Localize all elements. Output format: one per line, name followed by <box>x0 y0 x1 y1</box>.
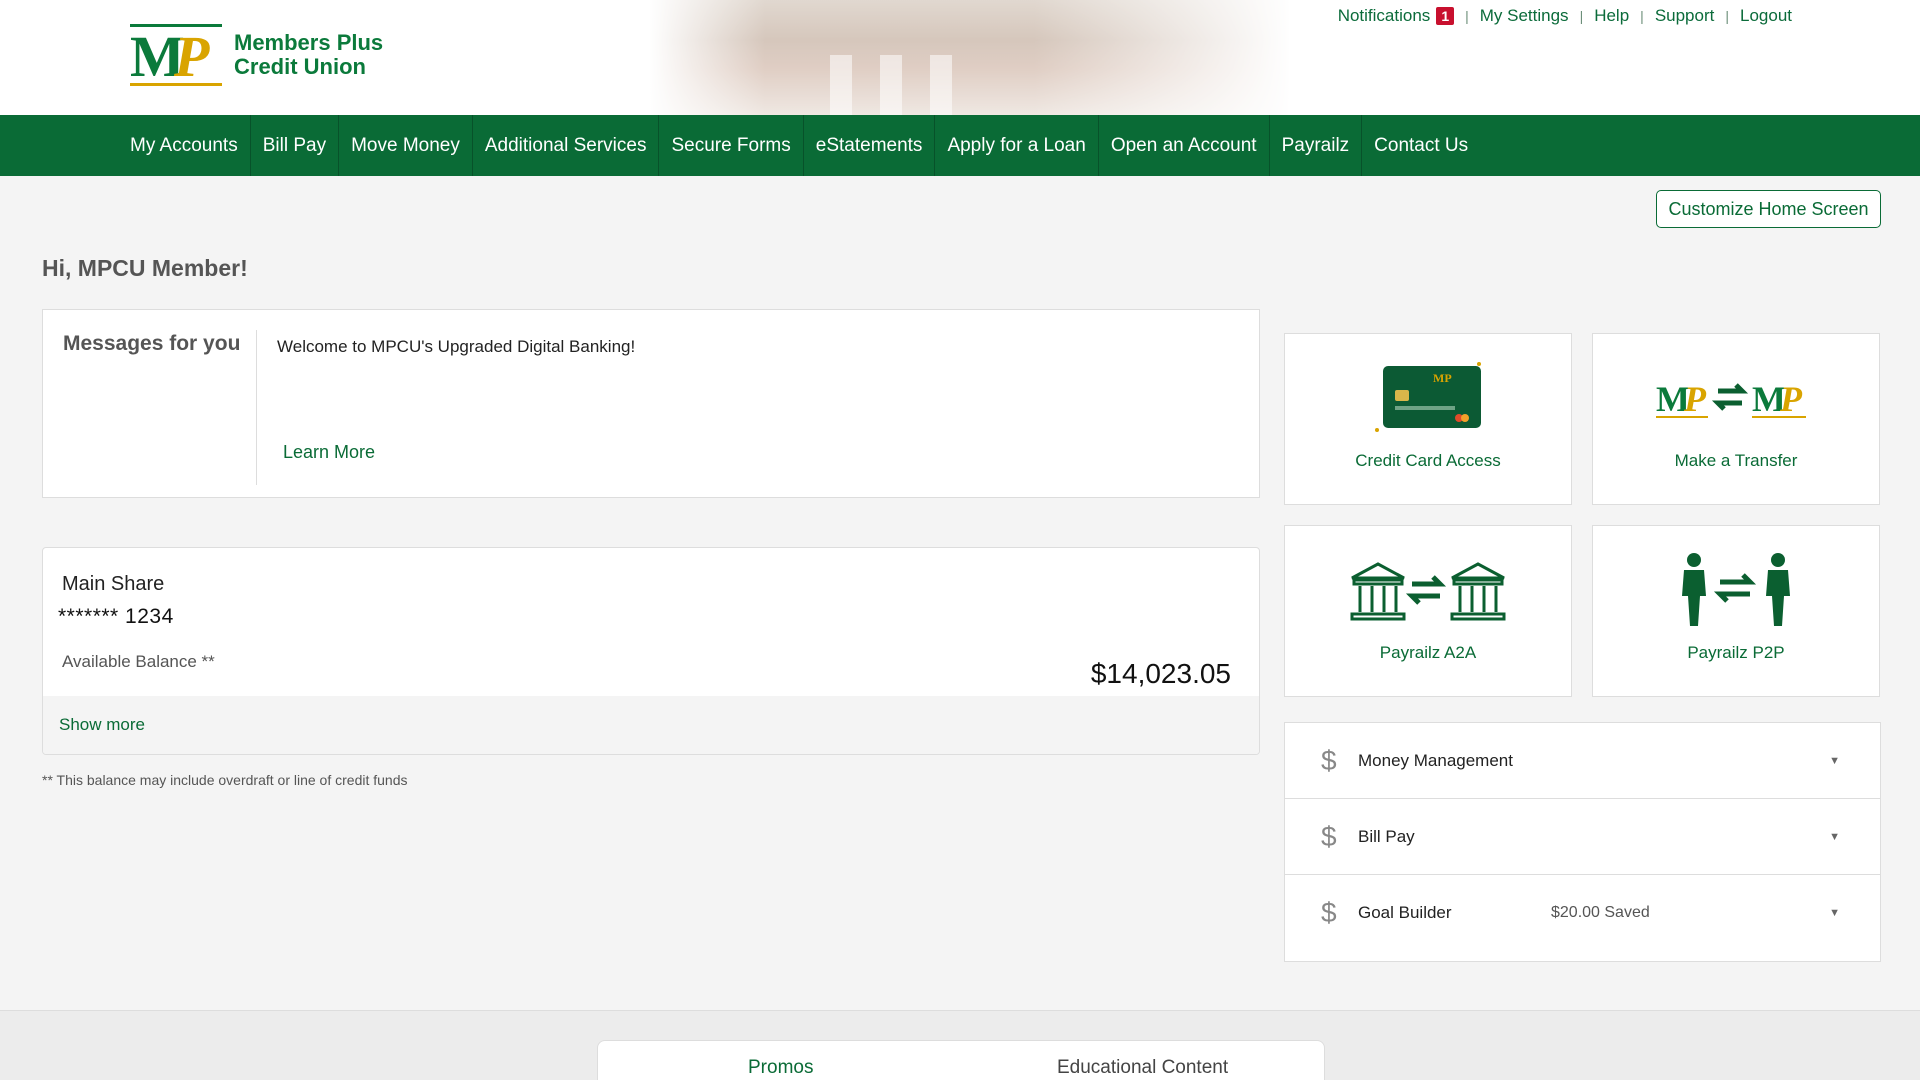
tile-credit-card-access[interactable]: MP Credit Card Access <box>1284 333 1572 505</box>
logo-name-line2: Credit Union <box>234 54 366 79</box>
tile-label: Make a Transfer <box>1674 451 1798 470</box>
account-number: ******* 1234 <box>58 605 174 628</box>
tile-payrailz-p2p[interactable]: Payrailz P2P <box>1592 525 1880 697</box>
divider <box>256 330 257 485</box>
main-nav: My Accounts Bill Pay Move Money Addition… <box>0 115 1920 176</box>
available-balance-label: Available Balance ** <box>62 652 215 671</box>
separator: | <box>1640 8 1644 24</box>
accordion-goal-builder[interactable]: $ Goal Builder $20.00 Saved ▼ <box>1285 875 1880 951</box>
widgets-accordion: $ Money Management ▼ $ Bill Pay ▼ $ Goal… <box>1284 722 1881 962</box>
nav-bill-pay[interactable]: Bill Pay <box>251 115 340 176</box>
header-building-image <box>650 0 1290 115</box>
account-card-footer <box>43 696 1259 754</box>
dollar-icon: $ <box>1321 820 1337 852</box>
message-text: Welcome to MPCU's Upgraded Digital Banki… <box>277 337 636 356</box>
svg-text:P: P <box>1779 379 1803 419</box>
transfer-icon: M P M P <box>1593 360 1879 436</box>
nav-additional-services[interactable]: Additional Services <box>473 115 660 176</box>
accordion-money-management[interactable]: $ Money Management ▼ <box>1285 723 1880 799</box>
nav-apply-for-loan[interactable]: Apply for a Loan <box>935 115 1099 176</box>
separator: | <box>1579 8 1584 24</box>
logout-link[interactable]: Logout <box>1740 6 1792 26</box>
nav-estatements[interactable]: eStatements <box>804 115 936 176</box>
nav-my-accounts[interactable]: My Accounts <box>118 115 251 176</box>
tile-make-a-transfer[interactable]: M P M P Make a Transfer <box>1592 333 1880 505</box>
chevron-down-icon[interactable]: ▼ <box>1829 907 1840 919</box>
tile-label: Payrailz A2A <box>1379 643 1477 662</box>
my-settings-link[interactable]: My Settings <box>1480 6 1569 26</box>
notifications-label: Notifications <box>1337 6 1431 25</box>
tile-label: Credit Card Access <box>1355 451 1501 470</box>
person-transfer-icon <box>1593 552 1879 628</box>
support-link[interactable]: Support <box>1655 6 1715 26</box>
accordion-label: Bill Pay <box>1358 826 1415 846</box>
logo-name-line1: Members Plus <box>234 30 384 55</box>
logo-text: Members Plus Credit Union <box>234 31 383 79</box>
balance-footnote: ** This balance may include overdraft or… <box>42 772 408 788</box>
top-links: Notifications 1 | My Settings | Help | Su… <box>1338 6 1792 26</box>
tab-educational-content[interactable]: Educational Content <box>1057 1057 1228 1079</box>
separator: | <box>1465 8 1469 24</box>
nav-move-money[interactable]: Move Money <box>339 115 473 176</box>
svg-text:P: P <box>1683 379 1707 419</box>
messages-title: Messages for you <box>63 332 241 355</box>
notifications-link[interactable]: Notifications 1 <box>1337 6 1455 26</box>
account-name: Main Share <box>62 573 165 595</box>
content-tabs: Promos Educational Content <box>597 1040 1325 1080</box>
customize-home-screen-button[interactable]: Customize Home Screen <box>1656 190 1881 228</box>
nav-payrailz[interactable]: Payrailz <box>1270 115 1363 176</box>
logo[interactable]: MP Members Plus Credit Union <box>130 24 383 86</box>
help-link[interactable]: Help <box>1594 6 1629 26</box>
chevron-down-icon[interactable]: ▼ <box>1829 831 1840 843</box>
chevron-down-icon[interactable]: ▼ <box>1829 755 1840 767</box>
messages-panel: Messages for you Welcome to MPCU's Upgra… <box>42 309 1260 498</box>
accordion-label: Goal Builder <box>1358 903 1452 922</box>
dollar-icon: $ <box>1321 744 1337 776</box>
tab-promos[interactable]: Promos <box>748 1057 813 1079</box>
goal-builder-saved-amount: $20.00 Saved <box>1551 904 1650 921</box>
available-balance: $14,023.05 <box>1090 658 1231 689</box>
nav-contact-us[interactable]: Contact Us <box>1362 115 1480 176</box>
nav-secure-forms[interactable]: Secure Forms <box>659 115 804 176</box>
accordion-label: Money Management <box>1358 750 1513 770</box>
greeting: Hi, MPCU Member! <box>42 255 248 281</box>
tile-payrailz-a2a[interactable]: Payrailz A2A <box>1284 525 1572 697</box>
header: MP Members Plus Credit Union Notificatio… <box>0 0 1920 115</box>
show-more-link[interactable]: Show more <box>59 715 145 735</box>
bank-transfer-icon <box>1285 552 1571 628</box>
tile-label: Payrailz P2P <box>1687 643 1785 662</box>
nav-open-account[interactable]: Open an Account <box>1099 115 1270 176</box>
logo-mark: MP <box>130 24 222 86</box>
dollar-icon: $ <box>1321 897 1337 928</box>
separator: | <box>1725 8 1729 24</box>
learn-more-link[interactable]: Learn More <box>283 442 375 463</box>
accordion-bill-pay[interactable]: $ Bill Pay ▼ <box>1285 799 1880 875</box>
credit-card-icon: MP <box>1285 360 1571 436</box>
notifications-badge: 1 <box>1436 7 1455 25</box>
account-card[interactable]: Main Share ******* 1234 Available Balanc… <box>42 547 1260 755</box>
svg-text:MP: MP <box>1433 371 1452 385</box>
